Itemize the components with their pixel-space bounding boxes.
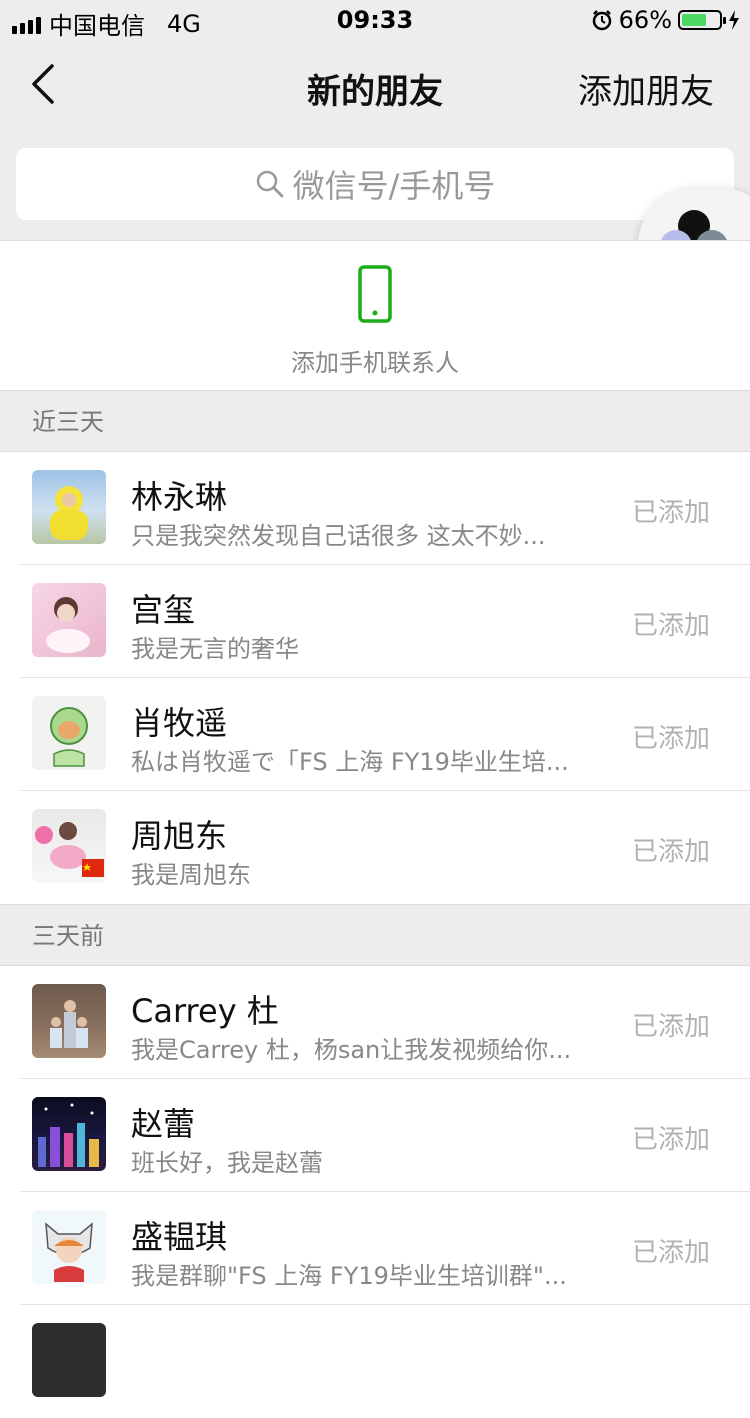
avatar (32, 696, 106, 770)
nav-bar: 新的朋友 添加朋友 (0, 40, 750, 130)
friend-request-item[interactable]: Carrey 杜 我是Carrey 杜，杨san让我发视频给你... 已添加 (0, 966, 750, 1079)
status-badge: 已添加 (631, 1238, 710, 1268)
search-icon (256, 170, 283, 198)
contact-name: 肖牧遥 (131, 704, 228, 742)
status-bar: 中国电信 4G 09:33 66% (0, 0, 750, 40)
avatar (32, 1097, 106, 1171)
alarm-icon (592, 10, 611, 31)
request-message: 只是我突然发现自己话很多 这太不妙... (131, 522, 546, 550)
contact-name: 周旭东 (131, 817, 228, 855)
avatar (32, 984, 106, 1058)
avatar (32, 1210, 106, 1284)
request-message: 私は肖牧遥で「FS 上海 FY19毕业生培... (131, 748, 569, 776)
request-message: 我是Carrey 杜，杨san让我发视频给你... (131, 1036, 572, 1064)
friend-request-item[interactable]: 周旭东 我是周旭东 已添加 (0, 791, 750, 904)
battery-icon (678, 10, 726, 30)
status-right: 66% (591, 6, 740, 34)
avatar (32, 809, 106, 883)
request-message: 我是无言的奢华 (131, 635, 299, 663)
charging-icon (729, 10, 739, 30)
battery-fill (682, 14, 706, 26)
section-header: 近三天 (0, 390, 750, 452)
request-message: 我是群聊"FS 上海 FY19毕业生培训群"... (131, 1262, 567, 1290)
status-badge: 已添加 (631, 498, 710, 528)
friend-request-item[interactable]: 盛韫琪 我是群聊"FS 上海 FY19毕业生培训群"... 已添加 (0, 1192, 750, 1305)
friend-request-item[interactable]: 肖牧遥 私は肖牧遥で「FS 上海 FY19毕业生培... 已添加 (0, 678, 750, 791)
phone-icon (358, 265, 392, 323)
request-message: 班长好，我是赵蕾 (131, 1149, 323, 1177)
friend-request-item[interactable]: 林永琳 只是我突然发现自己话很多 这太不妙... 已添加 (0, 452, 750, 565)
avatar (32, 583, 106, 657)
contact-name: 林永琳 (131, 478, 228, 516)
status-badge: 已添加 (631, 724, 710, 754)
friend-request-item[interactable]: 宫玺 我是无言的奢华 已添加 (0, 565, 750, 678)
friend-request-item[interactable] (0, 1305, 750, 1418)
request-message: 我是周旭东 (131, 861, 251, 889)
contact-name: 宫玺 (131, 591, 196, 629)
search-input[interactable]: 微信号/手机号 (16, 148, 734, 220)
friend-request-item[interactable]: 赵蕾 班长好，我是赵蕾 已添加 (0, 1079, 750, 1192)
status-badge: 已添加 (631, 611, 710, 641)
search-placeholder: 微信号/手机号 (292, 167, 496, 205)
status-badge: 已添加 (631, 1125, 710, 1155)
status-badge: 已添加 (631, 837, 710, 867)
contact-name: Carrey 杜 (131, 992, 279, 1030)
section-header: 三天前 (0, 904, 750, 966)
battery-percent: 66% (618, 6, 672, 34)
add-friend-button[interactable]: 添加朋友 (578, 64, 714, 113)
status-badge: 已添加 (631, 1012, 710, 1042)
contact-name: 盛韫琪 (131, 1218, 228, 1256)
add-phone-label: 添加手机联系人 (291, 349, 459, 377)
add-phone-contacts[interactable]: 添加手机联系人 (0, 240, 750, 390)
avatar (32, 1323, 106, 1397)
avatar (32, 470, 106, 544)
contact-name: 赵蕾 (131, 1105, 196, 1143)
